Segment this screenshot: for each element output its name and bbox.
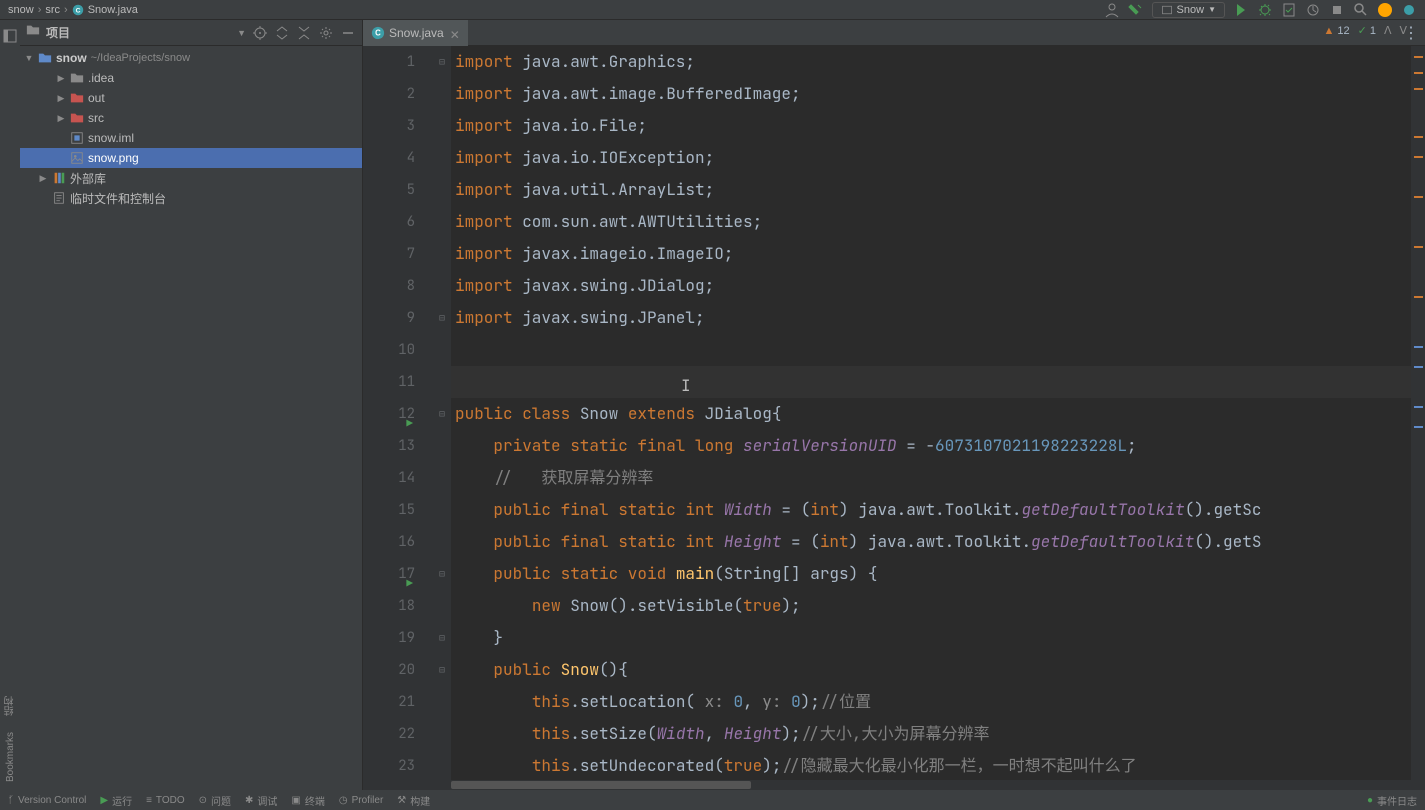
breadcrumb-item[interactable]: C Snow.java <box>72 4 138 16</box>
expand-icon[interactable] <box>274 25 290 41</box>
chevron-down-icon: ▼ <box>1208 5 1216 14</box>
chevron-right-icon: › <box>64 4 68 16</box>
tree-root[interactable]: ▼ snow ~/IdeaProjects/snow <box>20 48 362 68</box>
chevron-right-icon: ▶ <box>56 93 66 104</box>
scratch-icon <box>52 191 66 205</box>
tab[interactable]: C Snow.java ✕ <box>363 20 468 46</box>
line-gutter[interactable]: 123456789101112▶1314151617▶181920212223 <box>363 46 433 790</box>
module-icon <box>70 131 84 145</box>
chevron-down-icon[interactable]: ▼ <box>237 28 246 38</box>
inspection-bar[interactable]: ▲12 ✓1 ᐱ ᐯ <box>1323 24 1407 37</box>
profiler-tab[interactable]: ◷Profiler <box>339 795 383 806</box>
locate-icon[interactable] <box>252 25 268 41</box>
minimize-icon[interactable] <box>340 25 356 41</box>
collapse-icon[interactable] <box>296 25 312 41</box>
bottom-toolbar: ᚶVersion Control ▶运行 ≡TODO ⊙问题 ✱调试 ▣终端 ◷… <box>0 790 1425 810</box>
structure-tab[interactable]: 结构 <box>1 688 20 724</box>
panel-title: 项目 <box>46 24 231 41</box>
bookmarks-tab[interactable]: Bookmarks <box>3 724 18 790</box>
avatar-icon[interactable] <box>1377 2 1393 18</box>
tree-item[interactable]: snow.iml <box>20 128 362 148</box>
project-tool-icon[interactable] <box>2 28 18 44</box>
search-icon[interactable] <box>1353 2 1369 18</box>
hammer-icon[interactable] <box>1128 2 1144 18</box>
editor-panel: C Snow.java ✕ ⋮ ▲12 ✓1 ᐱ ᐯ 1234567891011… <box>363 20 1425 790</box>
coverage-icon[interactable] <box>1281 2 1297 18</box>
fold-gutter[interactable]: ⊟⊟⊟⊟⊟⊟ <box>433 46 451 790</box>
debug-tab[interactable]: ✱调试 <box>245 793 277 808</box>
horizontal-scrollbar[interactable] <box>451 780 1411 790</box>
prev-highlight-icon[interactable]: ᐱ <box>1384 24 1392 37</box>
next-highlight-icon[interactable]: ᐯ <box>1399 24 1407 37</box>
todo-tab[interactable]: ≡TODO <box>146 795 185 806</box>
svg-text:C: C <box>375 28 381 37</box>
tree-item[interactable]: ▶src <box>20 108 362 128</box>
folder-red-icon <box>70 91 84 105</box>
problems-tab[interactable]: ⊙问题 <box>199 793 231 808</box>
chevron-right-icon: › <box>38 4 42 16</box>
chevron-right-icon: ▶ <box>38 173 48 184</box>
event-log[interactable]: ●事件日志 <box>1367 793 1417 808</box>
stop-icon[interactable] <box>1329 2 1345 18</box>
close-icon[interactable]: ✕ <box>450 28 460 38</box>
chevron-down-icon: ▼ <box>24 53 34 63</box>
tree-item[interactable]: 临时文件和控制台 <box>20 188 362 208</box>
left-sidebar: 结构 Bookmarks <box>0 20 20 790</box>
library-icon <box>52 171 66 185</box>
text-cursor-icon: I <box>681 370 691 402</box>
debug-icon[interactable] <box>1257 2 1273 18</box>
error-stripe[interactable] <box>1411 46 1425 790</box>
user-icon[interactable] <box>1104 2 1120 18</box>
folder-icon <box>26 23 40 42</box>
editor-tabs: C Snow.java ✕ ⋮ <box>363 20 1425 46</box>
run-icon[interactable] <box>1233 2 1249 18</box>
run-tab[interactable]: ▶运行 <box>100 793 132 808</box>
gear-icon[interactable] <box>318 25 334 41</box>
misc-icon[interactable] <box>1401 2 1417 18</box>
pass-count[interactable]: ✓1 <box>1358 24 1376 37</box>
breadcrumb-item[interactable]: snow <box>8 4 34 16</box>
tree-item[interactable]: ▶out <box>20 88 362 108</box>
svg-text:C: C <box>75 7 80 14</box>
profile-icon[interactable] <box>1305 2 1321 18</box>
tree-item[interactable]: ▶外部库 <box>20 168 362 188</box>
project-tree[interactable]: ▼ snow ~/IdeaProjects/snow ▶.idea▶out▶sr… <box>20 46 362 790</box>
project-panel: 项目 ▼ ▼ snow ~/IdeaProjects/snow ▶.idea▶o… <box>20 20 363 790</box>
run-config-selector[interactable]: Snow ▼ <box>1152 2 1225 18</box>
build-tab[interactable]: ⚒构建 <box>397 793 430 808</box>
chevron-right-icon: ▶ <box>56 73 66 84</box>
breadcrumb-item[interactable]: src <box>45 4 60 16</box>
folder-red-icon <box>70 111 84 125</box>
terminal-tab[interactable]: ▣终端 <box>291 793 324 808</box>
version-control-tab[interactable]: ᚶVersion Control <box>8 795 86 806</box>
image-icon <box>70 151 84 165</box>
tree-item[interactable]: ▶.idea <box>20 68 362 88</box>
breadcrumb: snow › src › C Snow.java Snow ▼ <box>0 0 1425 20</box>
tree-item[interactable]: snow.png <box>20 148 362 168</box>
warnings-count[interactable]: ▲12 <box>1323 25 1349 37</box>
folder-icon <box>70 71 84 85</box>
chevron-right-icon: ▶ <box>56 113 66 124</box>
code-editor[interactable]: 123456789101112▶1314151617▶181920212223 … <box>363 46 1425 790</box>
